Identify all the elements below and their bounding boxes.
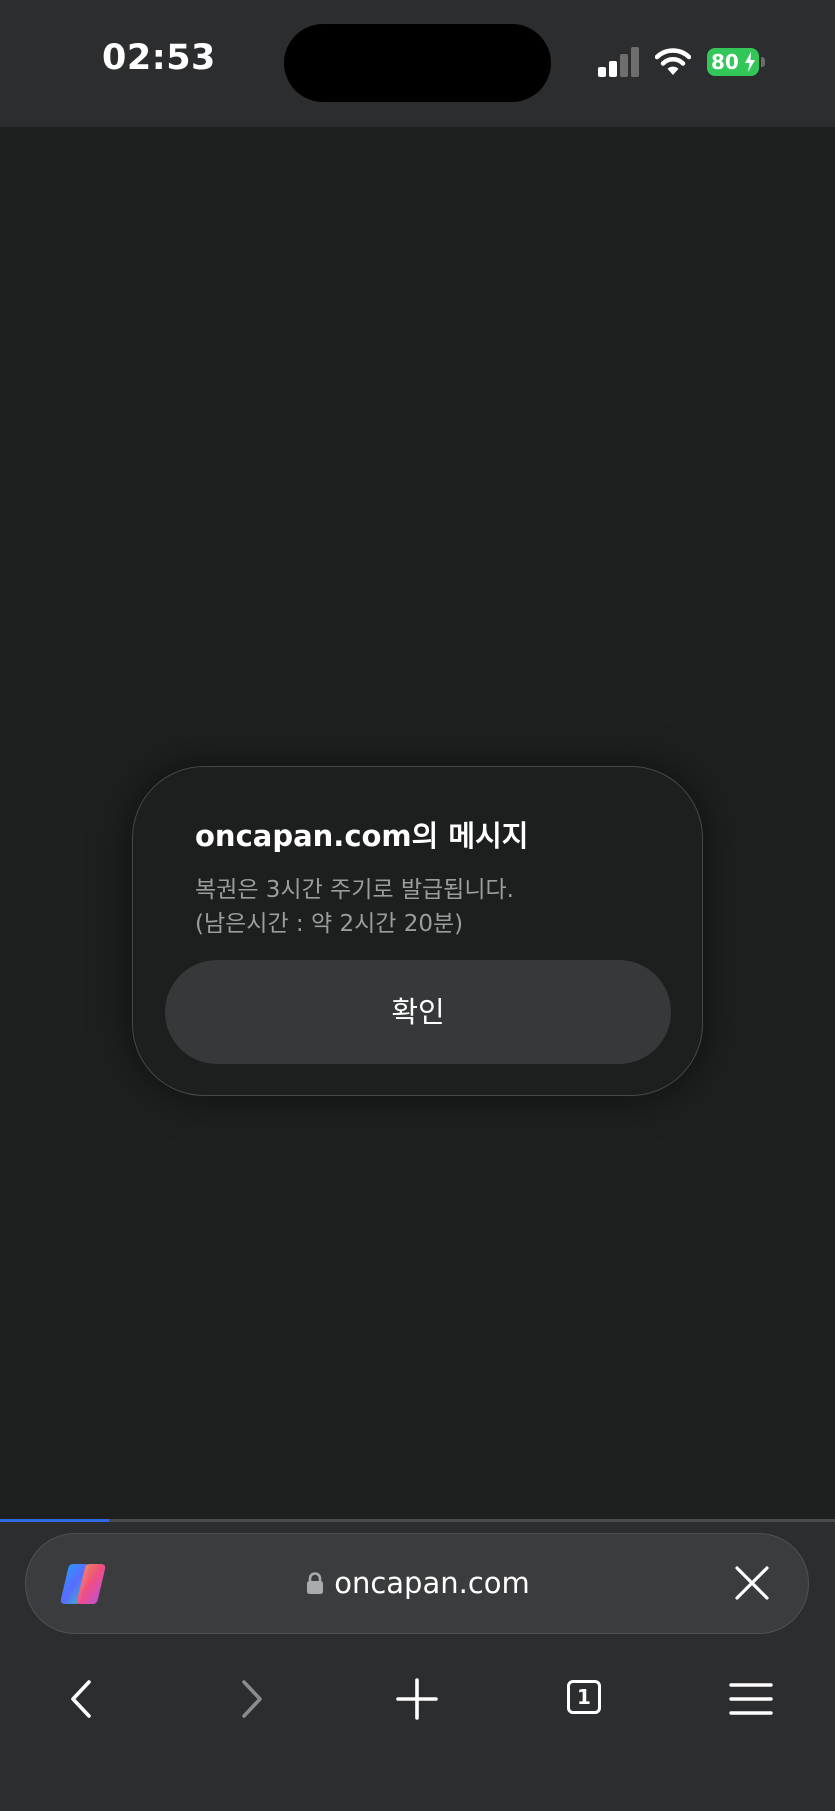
alert-dialog: oncapan.com의 메시지 복권은 3시간 주기로 발급됩니다. (남은시… — [132, 766, 703, 1096]
battery-level: 80 — [711, 50, 739, 74]
tabs-icon: 1 — [567, 1680, 601, 1714]
new-tab-icon[interactable] — [387, 1669, 447, 1729]
page-load-progress-fill — [0, 1519, 109, 1522]
dialog-message-line: 복권은 3시간 주기로 발급됩니다. — [195, 877, 514, 903]
dynamic-island — [284, 24, 551, 102]
signal-icon — [598, 47, 639, 77]
dialog-message: 복권은 3시간 주기로 발급됩니다. (남은시간 : 약 2시간 20분) — [195, 873, 514, 941]
tab-count: 1 — [577, 1685, 591, 1709]
page-load-progress — [0, 1519, 835, 1522]
confirm-button[interactable]: 확인 — [165, 960, 671, 1064]
wifi-icon — [655, 48, 691, 75]
menu-icon[interactable] — [721, 1669, 781, 1729]
url-text: oncapan.com — [334, 1566, 530, 1600]
address-bar[interactable]: oncapan.com — [25, 1533, 809, 1634]
tabs-button[interactable]: 1 — [555, 1669, 615, 1729]
forward-icon[interactable] — [221, 1669, 281, 1729]
browser-bottom-bar: oncapan.com 1 — [0, 1519, 835, 1811]
copilot-icon[interactable] — [59, 1562, 107, 1606]
back-icon[interactable] — [52, 1669, 112, 1729]
status-bar: 02:53 80 — [0, 0, 835, 127]
dialog-title: oncapan.com의 메시지 — [195, 819, 529, 853]
lock-icon — [307, 1572, 324, 1594]
status-time: 02:53 — [102, 38, 216, 78]
dialog-message-line: (남은시간 : 약 2시간 20분) — [195, 911, 464, 937]
battery-cap — [761, 57, 765, 67]
url-display[interactable]: oncapan.com — [306, 1534, 530, 1632]
charging-bolt-icon — [745, 52, 755, 72]
battery-charging-icon: 80 — [707, 48, 765, 78]
close-icon[interactable] — [734, 1565, 770, 1601]
